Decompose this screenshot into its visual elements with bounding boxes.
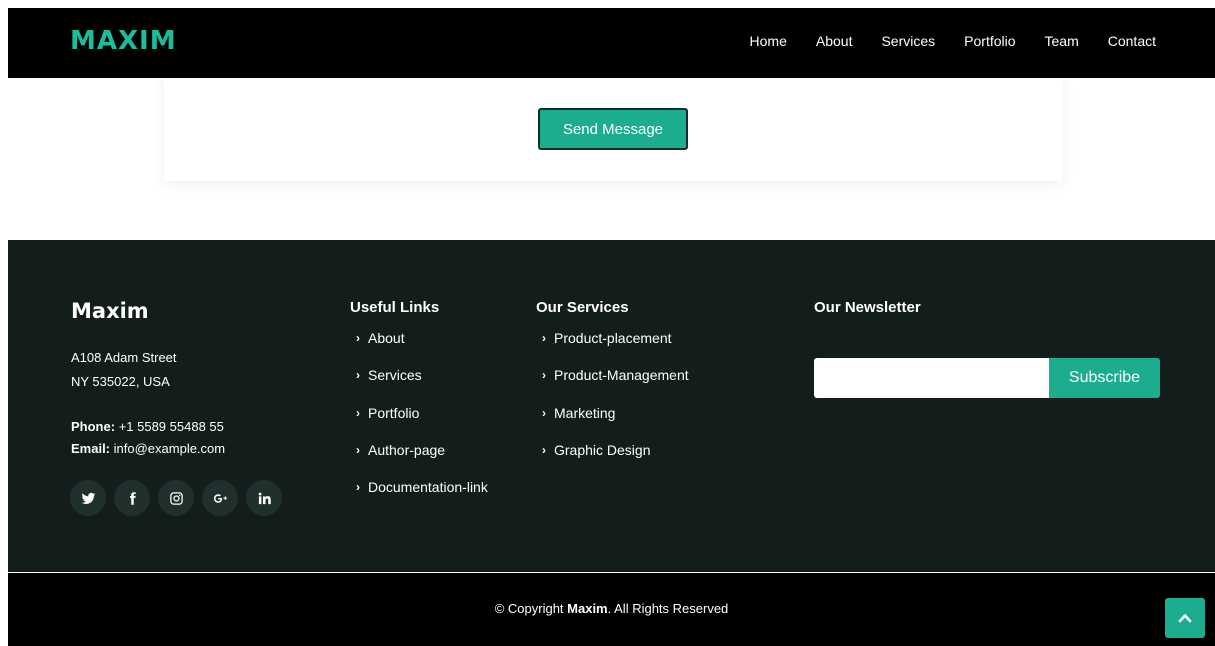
nav-about[interactable]: About xyxy=(816,33,853,49)
google-plus-icon[interactable] xyxy=(202,480,238,516)
our-services: Our Services › Product-placement › Product… xyxy=(536,299,689,479)
send-message-button[interactable]: Send Message xyxy=(538,108,688,150)
footer-link-documentation[interactable]: › Documentation-link xyxy=(350,479,488,516)
our-services-list: › Product-placement › Product-Management ›… xyxy=(536,330,689,479)
address-line-2: NY 535022, USA xyxy=(71,374,170,389)
nav-team[interactable]: Team xyxy=(1045,33,1079,49)
link-label: About xyxy=(368,330,405,346)
instagram-icon[interactable] xyxy=(158,480,194,516)
link-label: Product-placement xyxy=(554,330,672,346)
footer: Maxim A108 Adam Street NY 535022, USA Ph… xyxy=(8,240,1215,572)
email-label: Email: xyxy=(71,441,111,456)
useful-links-title: Useful Links xyxy=(350,299,440,316)
phone-row: Phone: +1 5589 55488 55 xyxy=(71,416,225,438)
newsletter: Our Newsletter xyxy=(814,299,921,316)
email-value: info@example.com xyxy=(113,441,226,456)
footer-contact: Phone: +1 5589 55488 55 Email: info@exam… xyxy=(71,416,225,460)
copyright-prefix: © Copyright xyxy=(494,601,564,616)
email-row: Email: info@example.com xyxy=(71,438,225,460)
link-label: Product-Management xyxy=(554,367,689,384)
chevron-right-icon: › xyxy=(356,442,360,457)
service-link-product-management[interactable]: › Product-Management xyxy=(536,367,689,404)
facebook-icon[interactable] xyxy=(114,480,150,516)
back-to-top-button[interactable] xyxy=(1165,598,1205,638)
footer-address: A108 Adam Street NY 535022, USA xyxy=(71,346,177,394)
newsletter-title: Our Newsletter xyxy=(814,299,921,316)
nav-home[interactable]: Home xyxy=(750,33,787,49)
chevron-right-icon: › xyxy=(542,405,546,420)
link-label: Graphic Design xyxy=(554,441,651,458)
footer-bottom-bar: © Copyright Maxim. All Rights Reserved xyxy=(8,573,1215,646)
footer-link-portfolio[interactable]: › Portfolio xyxy=(350,405,488,442)
footer-link-services[interactable]: › Services xyxy=(350,367,488,404)
footer-link-author-page[interactable]: › Author-page xyxy=(350,442,488,479)
link-label: Portfolio xyxy=(368,404,420,421)
main-nav: Home About Services Portfolio Team Conta… xyxy=(721,33,1156,49)
chevron-right-icon: › xyxy=(542,368,546,383)
nav-portfolio[interactable]: Portfolio xyxy=(964,33,1015,49)
twitter-icon[interactable] xyxy=(70,480,106,516)
newsletter-email-input[interactable] xyxy=(814,358,1049,398)
nav-services[interactable]: Services xyxy=(881,33,935,49)
site-header: MAXIM Home About Services Portfolio Team… xyxy=(8,8,1215,78)
link-label: Author-page xyxy=(368,441,446,458)
useful-links: Useful Links › About › Services › Portfolio… xyxy=(350,299,488,516)
copyright-suffix: . All Rights Reserved xyxy=(607,601,729,616)
useful-links-list: › About › Services › Portfolio › Author-page… xyxy=(350,330,488,516)
copyright-brand: Maxim xyxy=(567,601,608,616)
link-label: Marketing xyxy=(554,404,616,421)
link-label: Documentation-link xyxy=(368,479,488,496)
subscribe-button[interactable]: Subscribe xyxy=(1049,358,1160,398)
chevron-right-icon: › xyxy=(356,405,360,420)
social-links xyxy=(70,480,282,516)
nav-contact[interactable]: Contact xyxy=(1108,33,1156,49)
page: MAXIM Home About Services Portfolio Team… xyxy=(8,8,1215,646)
address-line-1: A108 Adam Street xyxy=(71,350,177,365)
service-link-marketing[interactable]: › Marketing xyxy=(536,405,689,442)
copyright: © Copyright Maxim. All Rights Reserved xyxy=(8,601,1215,616)
newsletter-form: Subscribe xyxy=(814,358,1160,398)
service-link-graphic-design[interactable]: › Graphic Design xyxy=(536,442,689,479)
chevron-up-icon xyxy=(1178,614,1192,623)
linkedin-icon[interactable] xyxy=(246,480,282,516)
service-link-product-placement[interactable]: › Product-placement xyxy=(536,330,689,367)
chevron-right-icon: › xyxy=(542,331,546,345)
contact-form-card: Send Message xyxy=(164,78,1062,181)
phone-label: Phone: xyxy=(71,419,116,434)
link-label: Services xyxy=(368,367,422,384)
chevron-right-icon: › xyxy=(542,442,546,457)
phone-value: +1 5589 55488 55 xyxy=(118,419,224,434)
our-services-title: Our Services xyxy=(536,299,629,316)
chevron-right-icon: › xyxy=(356,480,360,495)
footer-link-about[interactable]: › About xyxy=(350,330,488,367)
chevron-right-icon: › xyxy=(356,331,360,345)
site-logo[interactable]: MAXIM xyxy=(70,26,177,56)
chevron-right-icon: › xyxy=(356,368,360,383)
footer-brand: Maxim xyxy=(71,299,149,323)
